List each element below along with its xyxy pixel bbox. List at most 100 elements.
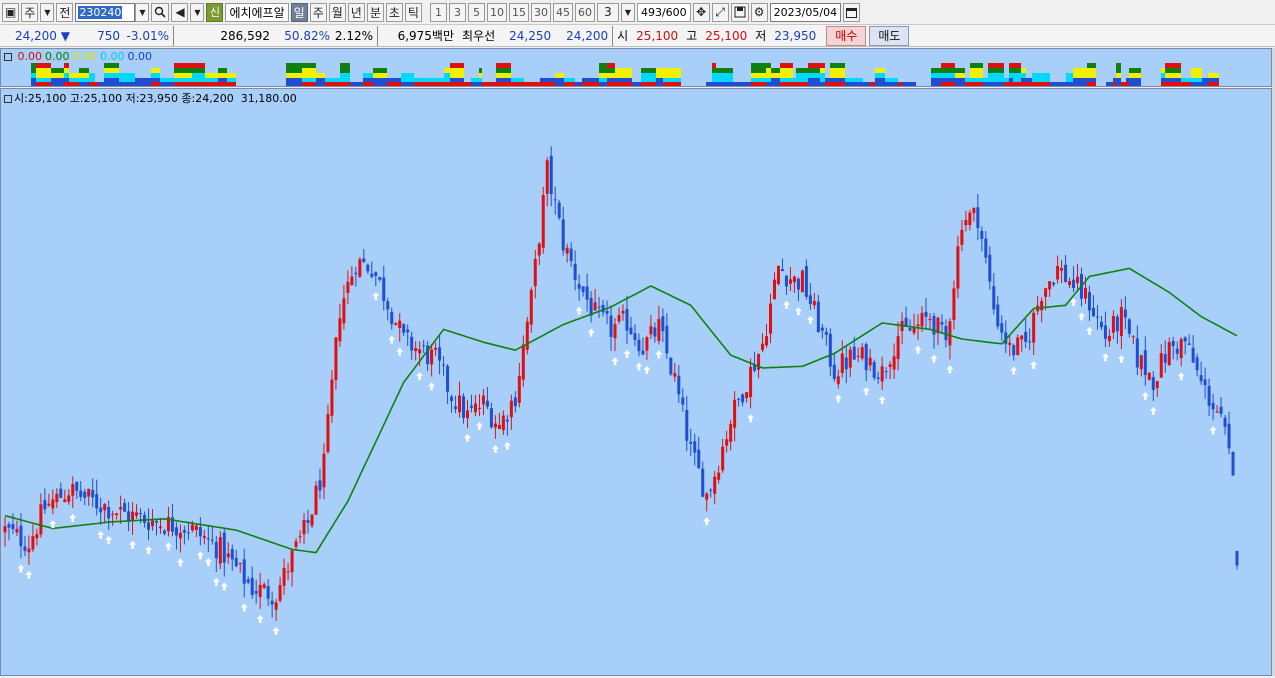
period-button-4[interactable]: 분 [366, 2, 384, 22]
candle [250, 566, 254, 599]
interval-button-10[interactable]: 10 [486, 2, 507, 22]
indicator-block [387, 82, 401, 86]
indicator-block [1087, 68, 1096, 73]
candle-body [1056, 265, 1060, 280]
candle-body [553, 199, 557, 201]
candle-body [884, 371, 888, 373]
buy-button[interactable]: 매수 [826, 25, 867, 46]
period-button-2[interactable]: 월 [328, 2, 346, 22]
interval-button-15[interactable]: 15 [508, 2, 529, 22]
price-chart-pane[interactable]: 시:25,100 고:25,100 저:23,950 종:24,200 31,1… [0, 88, 1272, 676]
buy-signal-arrow [204, 558, 212, 567]
buy-signal-arrow [643, 365, 651, 374]
candle-body [1024, 331, 1028, 342]
indicator-block [31, 68, 36, 73]
interval-button-30[interactable]: 30 [530, 2, 551, 22]
indicator-block [988, 78, 1004, 82]
speaker-icon[interactable]: ◀ [171, 2, 189, 22]
save-icon[interactable] [730, 2, 749, 22]
period-button-6[interactable]: 틱 [404, 2, 422, 22]
indicator-block [656, 73, 663, 78]
date-field[interactable]: 2023/05/04 [769, 2, 842, 22]
candle [717, 465, 721, 484]
indicator-block [36, 78, 51, 82]
candle [370, 261, 374, 279]
candle-body [1099, 321, 1103, 328]
speaker-dropdown-icon[interactable]: ▼ [190, 2, 205, 22]
interval-value[interactable]: 3 [596, 2, 619, 22]
mode-button[interactable]: 전 [56, 2, 74, 22]
period-button-5[interactable]: 초 [385, 2, 403, 22]
buy-signal-arrow [388, 335, 396, 344]
candle-body [593, 302, 597, 311]
indicator-block [479, 78, 482, 82]
indicator-block [941, 82, 955, 86]
pane-toggle-icon[interactable] [4, 95, 12, 103]
gear-icon[interactable]: ⚙ [750, 2, 768, 22]
interval-button-5[interactable]: 5 [467, 2, 485, 22]
interval-button-45[interactable]: 45 [552, 2, 573, 22]
bar-counter[interactable]: 493/600 [636, 2, 691, 22]
pane-toggle-icon[interactable] [4, 53, 12, 61]
indicator-block [31, 78, 36, 82]
crosshair-icon[interactable]: ✥ [692, 2, 710, 22]
buy-signal-arrow [145, 545, 153, 554]
candle-body [701, 468, 705, 497]
candle-body [729, 424, 733, 442]
calendar-icon[interactable] [843, 2, 861, 22]
interval-button-3[interactable]: 3 [448, 2, 466, 22]
search-icon[interactable] [151, 2, 170, 22]
period-button-3[interactable]: 년 [347, 2, 365, 22]
candle-body [1091, 307, 1095, 317]
indicator-block [1013, 78, 1021, 82]
candle-body [462, 396, 466, 418]
buy-signal-arrow [1030, 361, 1038, 370]
price-legend: 시:25,100 고:25,100 저:23,950 종:24,200 31,1… [4, 90, 297, 106]
candle-body [1107, 335, 1111, 342]
indicator-block [316, 82, 325, 86]
draw-tool-icon[interactable]: ⤢ [711, 2, 729, 22]
candle-body [75, 481, 79, 491]
interval-dropdown-icon[interactable]: ▼ [620, 2, 635, 22]
candle-body [1028, 341, 1032, 343]
candle [633, 324, 637, 347]
indicator-block [656, 78, 663, 82]
candle-body [162, 530, 166, 534]
candle-body [135, 512, 139, 516]
candle [465, 399, 469, 428]
period-button-1[interactable]: 주 [309, 2, 327, 22]
period-button-0[interactable]: 일 [290, 2, 308, 22]
sell-button[interactable]: 매도 [869, 25, 910, 46]
volume-ratio: 50.82% [284, 28, 330, 43]
chevron-down-icon[interactable]: ▼ [40, 2, 55, 22]
buy-signal-arrow [575, 306, 583, 315]
candle-body [1040, 300, 1044, 311]
code-dropdown-icon[interactable]: ▼ [135, 2, 150, 22]
stock-code-input[interactable]: 230240 [75, 2, 136, 22]
candle [1099, 315, 1103, 331]
interval-button-60[interactable]: 60 [574, 2, 595, 22]
high-price: 25,100 [705, 28, 748, 43]
indicator-block [51, 78, 64, 82]
indicator-block [286, 63, 302, 68]
indicator-block [192, 68, 205, 73]
candle [43, 488, 47, 514]
indicator-block [302, 68, 316, 73]
buy-signal-arrow [1177, 372, 1185, 381]
candle-body [238, 562, 242, 564]
candle-body [641, 350, 645, 355]
indicator-block [340, 82, 350, 86]
indicator-value-0: 0.00 [17, 50, 43, 63]
candle-body [1000, 323, 1004, 333]
indicator-block [205, 82, 218, 86]
chart-type-selector[interactable]: 주 [21, 2, 39, 22]
candle [202, 529, 206, 545]
indicator-block [1032, 73, 1050, 78]
candle-body [1231, 451, 1235, 476]
interval-button-1[interactable]: 1 [429, 2, 447, 22]
candle [1223, 414, 1227, 435]
window-icon[interactable]: ▣ [2, 2, 20, 22]
indicator-pane[interactable]: 0.00 0.00 0.00 0.00 0.00 [0, 48, 1272, 87]
candle-body [541, 195, 545, 248]
candle [1215, 404, 1219, 414]
